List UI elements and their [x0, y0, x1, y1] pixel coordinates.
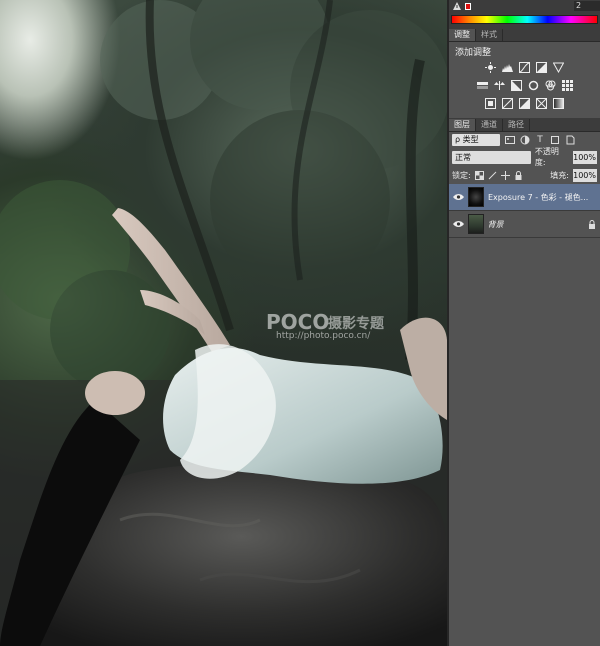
gamut-warning-icon[interactable] — [453, 2, 461, 10]
invert-icon[interactable] — [485, 97, 496, 109]
lock-pixels-icon[interactable] — [488, 171, 497, 180]
lock-row: 锁定: 填充: 100% — [449, 166, 600, 184]
blend-row: 正常 不透明度: 100% — [449, 147, 600, 167]
filter-shape-icon[interactable] — [550, 135, 560, 145]
color-lookup-icon[interactable] — [561, 79, 573, 91]
channel-mixer-icon[interactable] — [545, 80, 556, 91]
fill-field[interactable]: 100% — [573, 168, 597, 182]
filter-type-icon[interactable]: T — [535, 135, 545, 145]
color-swatch[interactable] — [465, 2, 471, 10]
fill-label: 填充: — [550, 170, 569, 180]
selective-color-icon[interactable] — [536, 97, 547, 109]
tab-layers[interactable]: 图层 — [449, 119, 476, 131]
filter-adjustment-icon[interactable] — [520, 135, 530, 145]
exposure-icon[interactable] — [536, 61, 547, 73]
layers-tabs: 图层 通道 路径 — [449, 118, 600, 132]
filter-pixel-icon[interactable] — [505, 135, 515, 145]
black-white-icon[interactable] — [510, 79, 522, 91]
layer-thumbnail[interactable] — [468, 187, 484, 207]
filter-smart-object-icon[interactable] — [565, 135, 575, 145]
adjustments-tabs: 调整 样式 — [449, 28, 600, 42]
color-balance-icon[interactable] — [493, 80, 505, 91]
tab-paths[interactable]: 路径 — [503, 119, 530, 131]
watermark-title: 摄影专题 — [328, 316, 384, 332]
adjustments-row-1 — [449, 58, 600, 76]
color-panel-header: 2 — [449, 0, 600, 12]
watermark-url: http://photo.poco.cn/ — [276, 331, 371, 341]
layer-thumbnail[interactable] — [468, 214, 484, 234]
lock-all-icon[interactable] — [514, 170, 523, 180]
blend-mode-select[interactable]: 正常 — [452, 150, 531, 164]
vibrance-icon[interactable] — [553, 62, 564, 73]
tab-channels[interactable]: 通道 — [476, 119, 503, 131]
lock-label: 锁定: — [452, 170, 471, 180]
hue-saturation-icon[interactable] — [476, 80, 488, 91]
photo-canvas[interactable]: POCO 摄影专题 http://photo.poco.cn/ — [0, 0, 447, 646]
color-spectrum[interactable] — [449, 12, 600, 28]
threshold-icon[interactable] — [519, 97, 530, 109]
posterize-icon[interactable] — [502, 97, 513, 109]
layer-filter-bar: ρ 类型 T — [449, 132, 600, 148]
opacity-field[interactable]: 100% — [573, 150, 597, 164]
tab-styles[interactable]: 样式 — [476, 29, 503, 41]
layer-kind-select[interactable]: ρ 类型 — [452, 134, 500, 146]
levels-icon[interactable] — [502, 62, 513, 73]
layer-name[interactable]: 背景 — [488, 219, 584, 230]
lock-position-icon[interactable] — [500, 170, 510, 180]
side-panel: 2 调整 样式 添加调整 图层 通道 路径 ρ 类型 T 正常 不透明度: 10… — [447, 0, 600, 646]
layer-row-exposure[interactable]: Exposure 7 - 色彩 - 褪色... — [449, 184, 600, 211]
eye-icon[interactable] — [453, 193, 464, 201]
gradient-map-icon[interactable] — [553, 97, 564, 109]
adjustments-row-3 — [449, 94, 600, 112]
number-field[interactable]: 2 — [574, 1, 600, 11]
opacity-label: 不透明度: — [534, 147, 559, 167]
layer-name[interactable]: Exposure 7 - 色彩 - 褪色... — [488, 192, 588, 203]
tab-adjustments[interactable]: 调整 — [449, 29, 476, 41]
eye-icon[interactable] — [453, 220, 464, 228]
curves-icon[interactable] — [519, 61, 530, 73]
adjustments-title: 添加调整 — [455, 48, 492, 58]
lock-icon — [588, 219, 596, 229]
adjustments-row-2 — [449, 76, 600, 94]
spectrum-bar[interactable] — [451, 15, 598, 24]
layer-row-background[interactable]: 背景 — [449, 211, 600, 238]
brightness-icon[interactable] — [485, 61, 496, 73]
photo-filter-icon[interactable] — [528, 80, 539, 91]
lock-transparent-icon[interactable] — [474, 170, 484, 180]
